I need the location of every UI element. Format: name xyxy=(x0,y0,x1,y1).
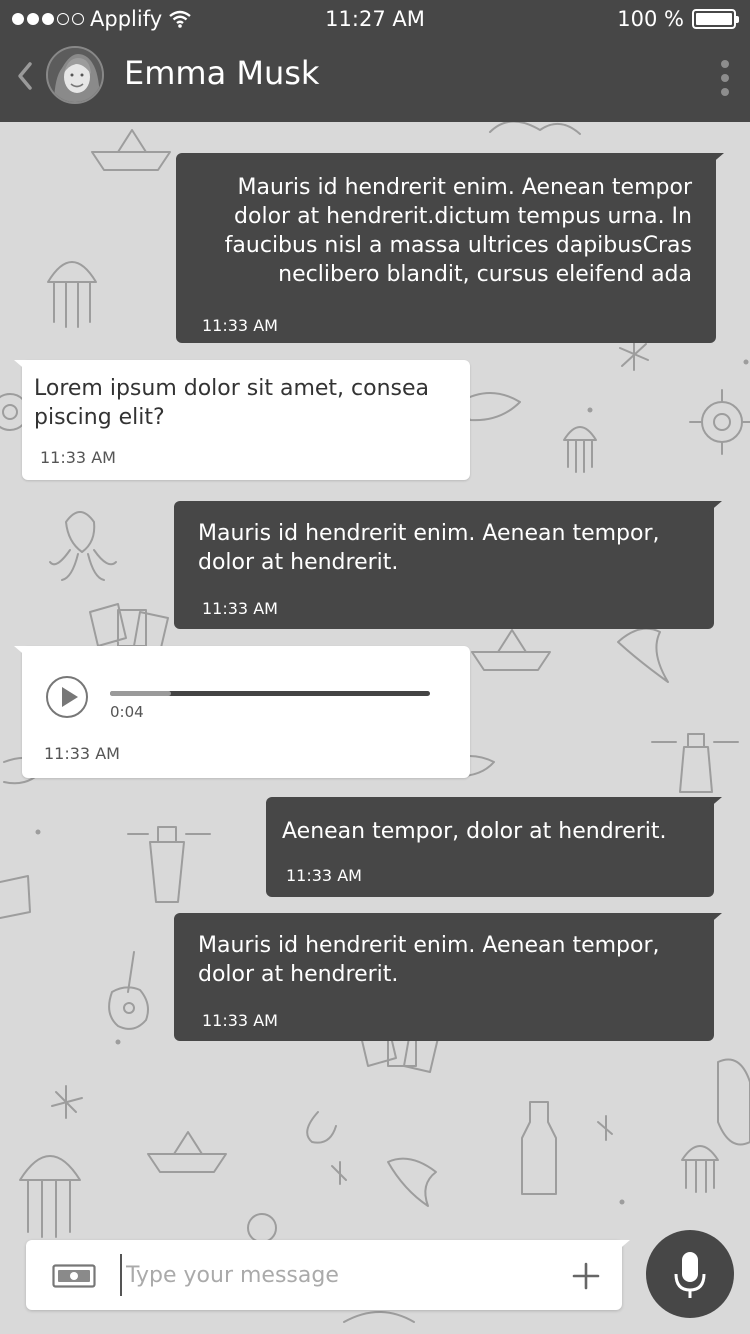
message-text: Lorem ipsum dolor sit amet, consea pisci… xyxy=(34,376,430,430)
bubble-tail xyxy=(14,360,28,372)
message-bubble-outgoing[interactable]: Mauris id hendrerit enim. Aenean tempor … xyxy=(176,153,724,343)
message-text: Mauris id hendrerit enim. Aenean tempor,… xyxy=(198,933,660,987)
chat-header: Emma Musk xyxy=(0,40,750,122)
microphone-icon xyxy=(674,1252,706,1298)
message-time: 11:33 AM xyxy=(286,866,362,885)
microphone-button[interactable] xyxy=(646,1230,734,1318)
bubble-tail xyxy=(708,501,722,513)
composer-tail xyxy=(616,1240,630,1252)
message-text: Aenean tempor, dolor at hendrerit. xyxy=(282,819,667,844)
audio-duration: 0:04 xyxy=(110,703,144,721)
bubble-tail xyxy=(708,797,722,809)
money-icon[interactable] xyxy=(52,1264,96,1288)
bubble-tail xyxy=(708,913,722,925)
avatar[interactable] xyxy=(46,46,104,104)
message-input[interactable] xyxy=(120,1254,550,1296)
message-composer xyxy=(26,1240,630,1310)
bubble-tail xyxy=(710,153,724,165)
play-icon[interactable] xyxy=(46,676,88,718)
message-time: 11:33 AM xyxy=(202,1011,278,1030)
message-text: Mauris id hendrerit enim. Aenean tempor … xyxy=(224,175,692,287)
message-bubble-incoming[interactable]: Lorem ipsum dolor sit amet, consea pisci… xyxy=(14,360,470,480)
bubble-tail xyxy=(14,646,28,658)
message-time: 11:33 AM xyxy=(202,599,278,618)
message-bubble-outgoing[interactable]: Mauris id hendrerit enim. Aenean tempor,… xyxy=(174,913,722,1041)
audio-progress-fill xyxy=(110,691,171,696)
avatar-photo xyxy=(48,48,102,102)
contact-name[interactable]: Emma Musk xyxy=(124,54,319,92)
battery-group: 100 % xyxy=(617,7,739,31)
status-bar: Applify 11:27 AM 100 % xyxy=(0,0,750,40)
back-arrow-icon[interactable] xyxy=(12,58,36,94)
add-attachment-icon[interactable] xyxy=(572,1262,600,1290)
message-bubble-outgoing[interactable]: Mauris id hendrerit enim. Aenean tempor,… xyxy=(174,501,722,629)
message-time: 11:33 AM xyxy=(44,744,120,763)
battery-percent: 100 % xyxy=(617,7,684,31)
message-time: 11:33 AM xyxy=(40,448,116,467)
message-text: Mauris id hendrerit enim. Aenean tempor,… xyxy=(198,521,660,575)
audio-message-bubble: 0:04 11:33 AM xyxy=(14,646,470,778)
message-time: 11:33 AM xyxy=(202,316,278,335)
audio-progress-slider[interactable] xyxy=(110,691,430,696)
message-bubble-outgoing[interactable]: Aenean tempor, dolor at hendrerit. 11:33… xyxy=(266,797,722,897)
battery-icon xyxy=(692,9,739,29)
more-options-icon[interactable] xyxy=(720,60,730,96)
